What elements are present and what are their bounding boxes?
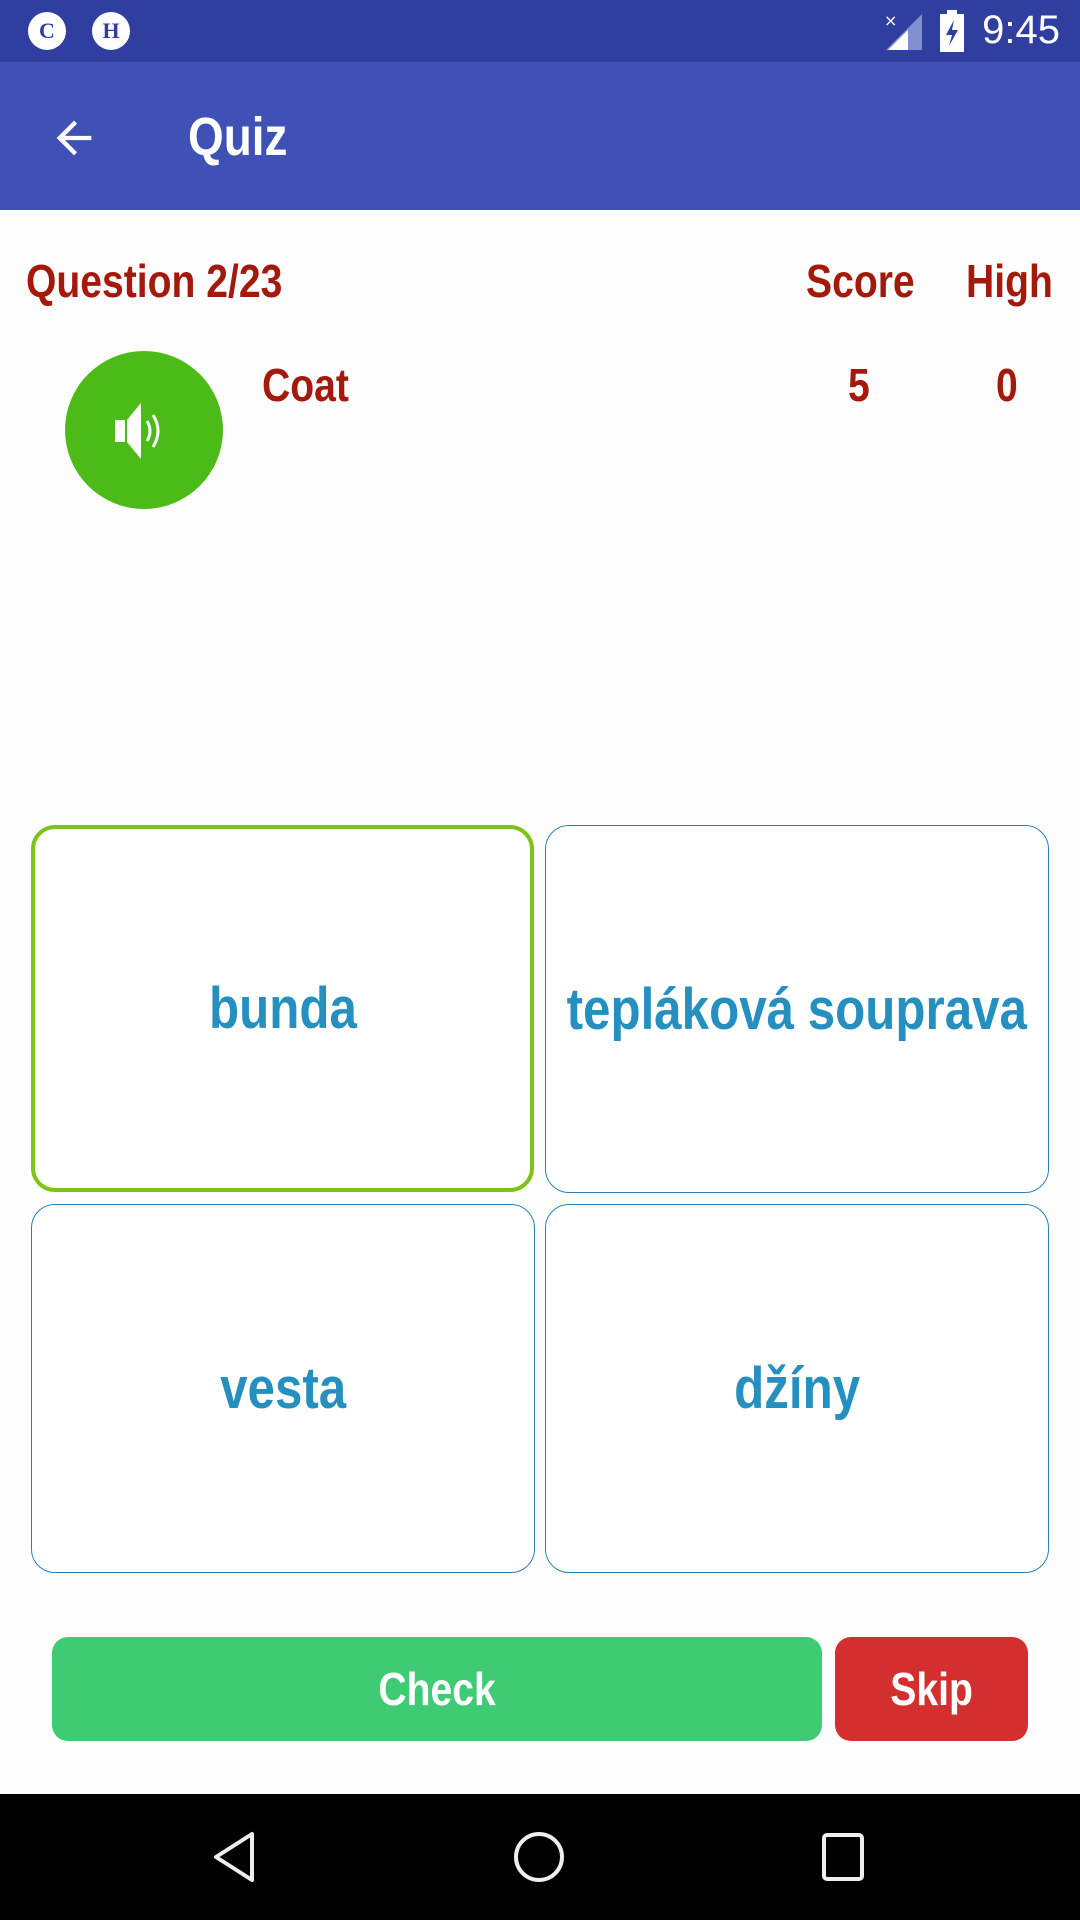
skip-button[interactable]: Skip [835, 1637, 1028, 1741]
question-word: Coat [262, 359, 349, 411]
high-score-value: 0 [996, 359, 1018, 411]
check-button[interactable]: Check [52, 1637, 822, 1741]
high-label: High [966, 255, 1053, 307]
answer-option[interactable]: bunda [31, 825, 534, 1192]
signal-no-data-icon: × [884, 12, 922, 50]
page-title: Quiz [188, 107, 288, 167]
navigation-bar [0, 1794, 1080, 1920]
check-label: Check [378, 1663, 496, 1715]
score-value: 5 [848, 359, 870, 411]
c-notification-icon: C [28, 12, 66, 50]
status-bar: C H × 9:45 [0, 0, 1080, 62]
speaker-icon [115, 403, 160, 459]
clock: 9:45 [982, 8, 1060, 52]
question-counter: Question 2/23 [26, 255, 283, 307]
answer-label: bunda [208, 976, 357, 1041]
nav-home-icon[interactable] [512, 1830, 566, 1884]
nav-recents-icon[interactable] [820, 1830, 866, 1884]
score-label: Score [806, 255, 915, 307]
arrow-back-icon[interactable] [48, 112, 100, 164]
app-toolbar [0, 62, 1080, 210]
answer-option[interactable]: tepláková souprava [545, 825, 1049, 1193]
answer-label: džíny [733, 1356, 860, 1421]
answer-label: tepláková souprava [566, 976, 1028, 1042]
skip-label: Skip [890, 1663, 973, 1715]
h-notification-icon: H [92, 12, 130, 50]
battery-charging-icon [940, 10, 964, 52]
answer-option[interactable]: vesta [31, 1204, 535, 1573]
answer-label: vesta [219, 1356, 347, 1421]
svg-text:×: × [884, 12, 897, 30]
nav-back-icon[interactable] [210, 1830, 256, 1884]
answer-option[interactable]: džíny [545, 1204, 1049, 1573]
play-audio-button[interactable] [65, 351, 223, 509]
